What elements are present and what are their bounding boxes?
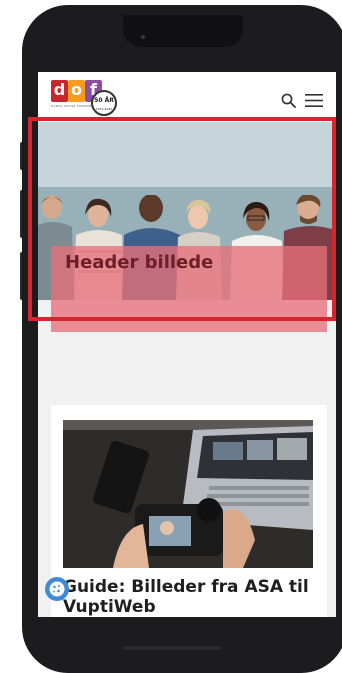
header-image-caption: Header billede xyxy=(65,252,214,273)
phone-notch xyxy=(123,15,243,47)
article-card[interactable]: Guide: Billeder fra ASA til VuptiWeb xyxy=(51,405,327,617)
hero-wall xyxy=(38,122,336,187)
phone-screen: d o f DANSK OPTISK FORENING 50 ÅR 1972-2… xyxy=(38,72,336,617)
logo-letter-o: o xyxy=(68,80,85,102)
hamburger-menu-icon[interactable] xyxy=(304,93,324,108)
anniversary-badge: 50 ÅR 1972-2022 xyxy=(91,90,117,116)
article-title[interactable]: Guide: Billeder fra ASA til VuptiWeb xyxy=(63,577,323,617)
camera-laptop-image xyxy=(63,420,313,568)
search-icon[interactable] xyxy=(281,93,296,108)
badge-main-text: 50 ÅR xyxy=(94,97,114,104)
camera-icon xyxy=(141,35,145,39)
cookie-icon[interactable] xyxy=(45,577,69,601)
site-logo[interactable]: d o f DANSK OPTISK FORENING 50 ÅR 1972-2… xyxy=(51,78,117,116)
site-header: d o f DANSK OPTISK FORENING 50 ÅR 1972-2… xyxy=(38,72,336,122)
badge-sub-text: 1972-2022 xyxy=(95,107,113,111)
logo-tagline: DANSK OPTISK FORENING xyxy=(51,104,95,108)
home-indicator xyxy=(122,646,222,650)
logo-letter-d: d xyxy=(51,80,68,102)
article-photo[interactable] xyxy=(63,420,313,568)
header-image-label: Header billede xyxy=(51,246,327,332)
